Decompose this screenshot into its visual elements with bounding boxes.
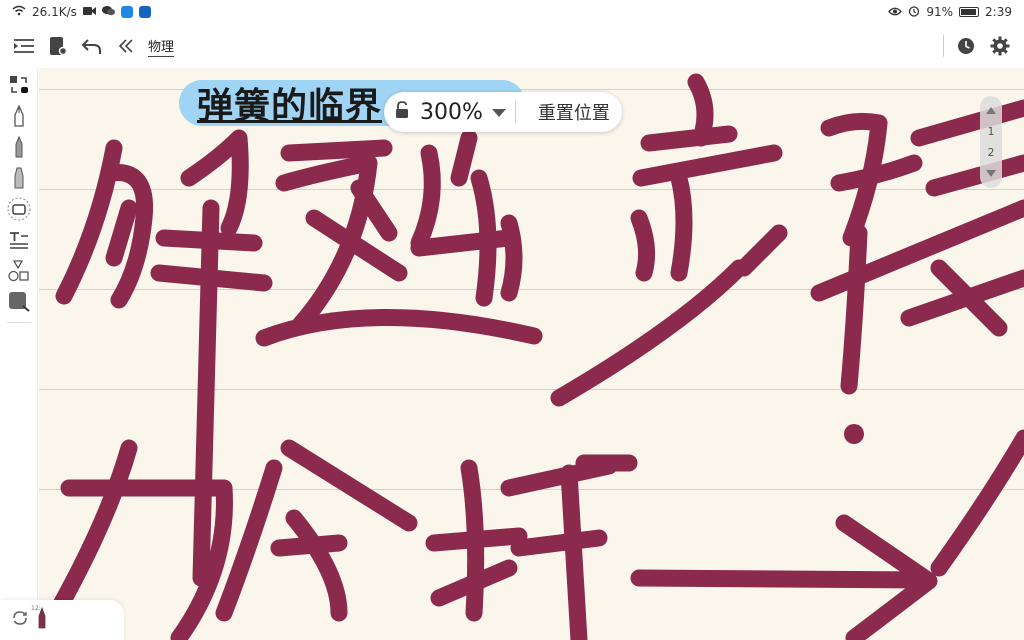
zoom-dropdown-icon[interactable] bbox=[491, 103, 507, 122]
battery-fill bbox=[961, 9, 976, 15]
tool-rail bbox=[0, 68, 38, 640]
clock-time: 2:39 bbox=[985, 5, 1012, 19]
wechat-icon bbox=[101, 5, 115, 19]
undo-icon[interactable] bbox=[80, 34, 104, 58]
notebook-title[interactable]: 物理 bbox=[148, 36, 175, 57]
video-call-icon bbox=[82, 5, 96, 19]
eye-comfort-icon bbox=[888, 5, 903, 19]
zoom-level[interactable]: 300% bbox=[420, 100, 483, 125]
reset-position-button[interactable]: 重置位置 bbox=[524, 99, 610, 125]
toolbar-divider bbox=[943, 35, 944, 57]
handwriting-ink bbox=[50, 73, 1024, 640]
rail-separator bbox=[6, 322, 31, 323]
status-right: 91% 2:39 bbox=[888, 5, 1012, 20]
sync-icon[interactable] bbox=[12, 610, 28, 630]
toolbar-right bbox=[943, 34, 1012, 58]
network-speed: 26.1K/s bbox=[32, 5, 77, 19]
lock-icon[interactable] bbox=[394, 101, 412, 123]
sync-time: 12: bbox=[31, 605, 41, 612]
scroll-up-icon[interactable] bbox=[986, 104, 996, 117]
ballpoint-pen-icon[interactable] bbox=[7, 136, 31, 158]
alarm-icon bbox=[908, 5, 920, 20]
fountain-pen-icon[interactable] bbox=[7, 105, 31, 127]
eraser-icon[interactable] bbox=[7, 197, 31, 221]
page-number-2[interactable]: 2 bbox=[988, 146, 995, 159]
status-left: 26.1K/s bbox=[12, 5, 151, 19]
settings-icon[interactable] bbox=[988, 34, 1012, 58]
sync-card[interactable]: 12: bbox=[0, 600, 124, 640]
page-number-1[interactable]: 1 bbox=[988, 125, 995, 138]
text-icon[interactable] bbox=[7, 229, 31, 251]
app-toolbar: 物理 bbox=[0, 24, 1024, 68]
lasso-select-icon[interactable] bbox=[7, 74, 31, 96]
zoom-divider bbox=[514, 101, 516, 123]
highlighter-icon[interactable] bbox=[7, 167, 31, 189]
image-icon[interactable] bbox=[7, 291, 31, 313]
battery-percent: 91% bbox=[926, 5, 954, 19]
app-notification-icon-2 bbox=[138, 6, 151, 18]
collapse-icon[interactable] bbox=[114, 34, 138, 58]
history-icon[interactable] bbox=[954, 34, 978, 58]
outline-toggle-icon[interactable] bbox=[12, 34, 36, 58]
notebook-icon[interactable] bbox=[46, 34, 70, 58]
note-canvas[interactable]: 弹簧的临界 300% 重置位置 1 2 bbox=[39, 68, 1024, 640]
zoom-popup: 300% 重置位置 bbox=[384, 92, 622, 132]
battery-icon bbox=[959, 7, 980, 17]
shapes-icon[interactable] bbox=[7, 260, 31, 282]
toolbar-left: 物理 bbox=[12, 34, 175, 58]
scroll-down-icon[interactable] bbox=[986, 167, 996, 180]
app-notification-icon bbox=[120, 6, 133, 18]
page-scroller[interactable]: 1 2 bbox=[980, 96, 1002, 188]
status-bar: 26.1K/s 91% 2:39 bbox=[0, 0, 1024, 24]
wifi-icon bbox=[12, 5, 26, 19]
